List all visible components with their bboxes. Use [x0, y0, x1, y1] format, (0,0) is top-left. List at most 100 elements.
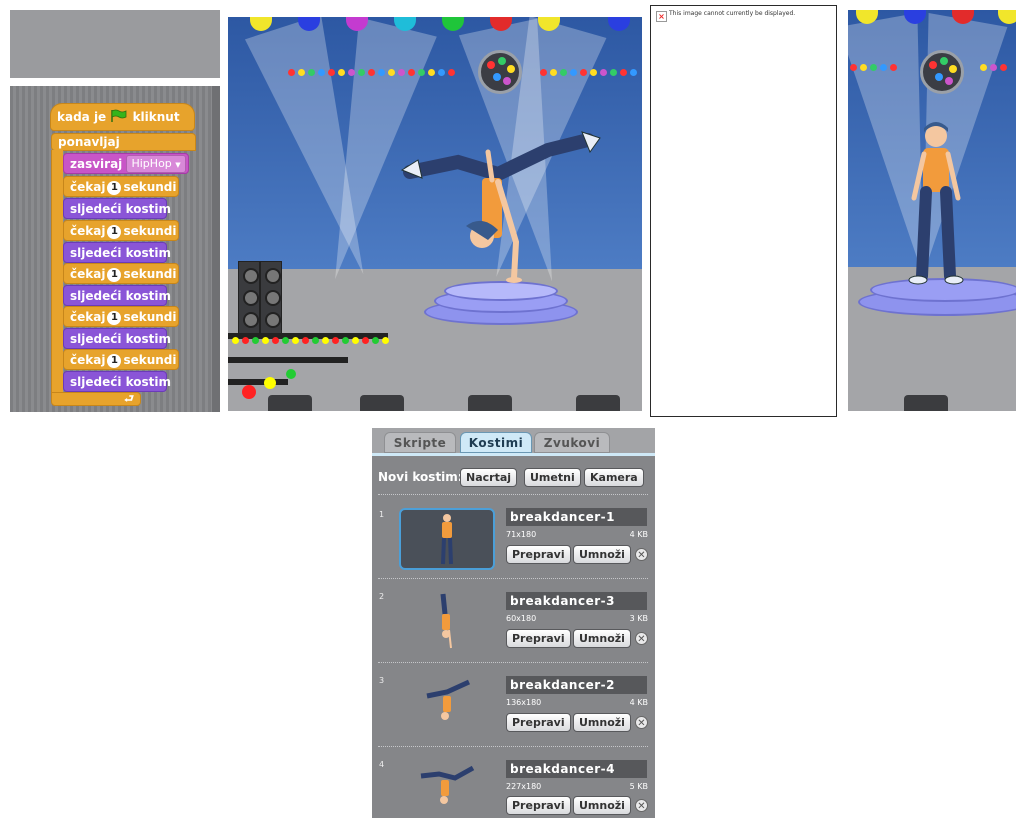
hat-block-suffix: kliknut — [132, 110, 180, 124]
script-scrollbar[interactable] — [212, 86, 220, 412]
next-costume-label: sljedeći kostim — [70, 375, 172, 389]
next-costume-label: sljedeći kostim — [70, 202, 172, 216]
next-costume-block[interactable]: sljedeći kostim — [63, 198, 171, 219]
when-flag-clicked-block[interactable]: kada je kliknut — [50, 103, 195, 131]
wait-label: čekaj — [70, 224, 106, 238]
stage-edge — [228, 357, 348, 363]
stage-edge-lights — [232, 329, 392, 344]
wait-unit: sekundi — [123, 267, 177, 281]
costume-index: 1 — [379, 510, 385, 519]
next-costume-label: sljedeći kostim — [70, 246, 172, 260]
forever-block[interactable]: ponavljaj — [51, 133, 196, 151]
audience-seat — [268, 395, 312, 411]
forever-block-arm — [51, 150, 63, 400]
import-costume-button[interactable]: Umetni — [524, 468, 581, 487]
costume-thumbnail[interactable] — [399, 590, 495, 652]
costume-name-field[interactable]: breakdancer-4 — [506, 760, 647, 778]
script-header-area — [10, 10, 220, 78]
costume-thumbnail[interactable] — [399, 758, 495, 818]
paint-costume-button[interactable]: Nacrtaj — [460, 468, 518, 487]
breakdancer-thumbnail — [441, 514, 453, 565]
wait-block[interactable]: čekaj 1 sekundi — [63, 306, 179, 327]
audience-seat — [904, 395, 948, 411]
delete-costume-icon[interactable]: ✕ — [635, 799, 648, 812]
wait-block[interactable]: čekaj 1 sekundi — [63, 263, 179, 284]
sound-dropdown-value: HipHop — [131, 157, 172, 170]
costume-dimensions: 60x180 — [506, 614, 537, 623]
speaker-icon — [260, 261, 282, 337]
costume-name-field[interactable]: breakdancer-1 — [506, 508, 647, 526]
copy-costume-button[interactable]: Umnoži — [573, 629, 631, 648]
forever-block-bottom: ⮐ — [51, 392, 141, 406]
new-costume-label: Novi kostim: — [378, 470, 463, 484]
string-lights — [540, 61, 640, 76]
costume-thumbnail-selected[interactable] — [399, 508, 495, 570]
next-costume-block[interactable]: sljedeći kostim — [63, 328, 171, 349]
copy-costume-button[interactable]: Umnoži — [573, 796, 631, 815]
chevron-down-icon: ▼ — [175, 161, 181, 169]
delete-costume-icon[interactable]: ✕ — [635, 548, 648, 561]
costume-dimensions: 227x180 — [506, 782, 542, 791]
costume-thumbnail[interactable] — [399, 674, 495, 736]
breakdancer-thumbnail — [440, 593, 452, 649]
audience-seat — [468, 395, 512, 411]
breakdancer-sprite[interactable] — [398, 122, 608, 292]
broken-image-icon: × — [656, 11, 667, 22]
edit-costume-button[interactable]: Prepravi — [506, 713, 571, 732]
breakdancer-thumbnail — [426, 679, 471, 720]
play-sound-block[interactable]: zasviraj HipHop ▼ — [63, 153, 189, 174]
wait-label: čekaj — [70, 180, 106, 194]
edit-costume-button[interactable]: Prepravi — [506, 545, 571, 564]
tab-underline — [372, 453, 655, 456]
costume-name-field[interactable]: breakdancer-2 — [506, 676, 647, 694]
costume-index: 3 — [379, 676, 385, 685]
delete-costume-icon[interactable]: ✕ — [635, 632, 648, 645]
broken-image-message: This image cannot currently be displayed… — [669, 10, 796, 17]
tab-costumes[interactable]: Kostimi — [460, 432, 532, 453]
wait-seconds-input[interactable]: 1 — [107, 225, 122, 239]
tab-scripts[interactable]: Skripte — [384, 432, 456, 453]
wait-seconds-input[interactable]: 1 — [107, 311, 122, 325]
next-costume-label: sljedeći kostim — [70, 332, 172, 346]
copy-costume-button[interactable]: Umnoži — [573, 545, 631, 564]
wait-block[interactable]: čekaj 1 sekundi — [63, 349, 179, 370]
copy-costume-button[interactable]: Umnoži — [573, 713, 631, 732]
play-sound-label: zasviraj — [70, 157, 123, 171]
green-flag-icon — [111, 109, 127, 122]
scripts-panel: kada je kliknut ponavljaj ⮐ zasviraj Hip… — [10, 10, 220, 412]
loop-arrow-icon: ⮐ — [124, 392, 134, 405]
wait-block[interactable]: čekaj 1 sekundi — [63, 220, 179, 241]
breakdancer-sprite[interactable] — [906, 118, 966, 288]
wait-unit: sekundi — [123, 224, 177, 238]
string-lights — [850, 56, 900, 71]
costume-filesize: 5 KB — [629, 782, 648, 791]
costume-name-field[interactable]: breakdancer-3 — [506, 592, 647, 610]
costume-filesize: 4 KB — [629, 698, 648, 707]
wait-block[interactable]: čekaj 1 sekundi — [63, 176, 179, 197]
next-costume-block[interactable]: sljedeći kostim — [63, 242, 171, 263]
next-costume-block[interactable]: sljedeći kostim — [63, 371, 171, 392]
wait-seconds-input[interactable]: 1 — [107, 181, 122, 195]
audience-seat — [360, 395, 404, 411]
disco-ball-icon — [478, 50, 522, 94]
wait-label: čekaj — [70, 267, 106, 281]
delete-costume-icon[interactable]: ✕ — [635, 716, 648, 729]
costume-dimensions: 71x180 — [506, 530, 537, 539]
tab-sounds[interactable]: Zvukovi — [534, 432, 610, 453]
edit-costume-button[interactable]: Prepravi — [506, 629, 571, 648]
wait-label: čekaj — [70, 353, 106, 367]
divider — [378, 494, 648, 495]
divider — [378, 578, 648, 579]
stage-view-second[interactable] — [848, 10, 1016, 411]
wait-seconds-input[interactable]: 1 — [107, 268, 122, 282]
next-costume-label: sljedeći kostim — [70, 289, 172, 303]
stage-light-bulb — [242, 385, 256, 399]
sound-dropdown[interactable]: HipHop ▼ — [126, 155, 186, 173]
next-costume-block[interactable]: sljedeći kostim — [63, 285, 171, 306]
edit-costume-button[interactable]: Prepravi — [506, 796, 571, 815]
wait-seconds-input[interactable]: 1 — [107, 354, 122, 368]
camera-costume-button[interactable]: Kamera — [584, 468, 644, 487]
costumes-panel: Skripte Kostimi Zvukovi Novi kostim: Nac… — [372, 428, 655, 818]
speaker-icon — [238, 261, 260, 337]
stage-view[interactable] — [228, 17, 642, 411]
